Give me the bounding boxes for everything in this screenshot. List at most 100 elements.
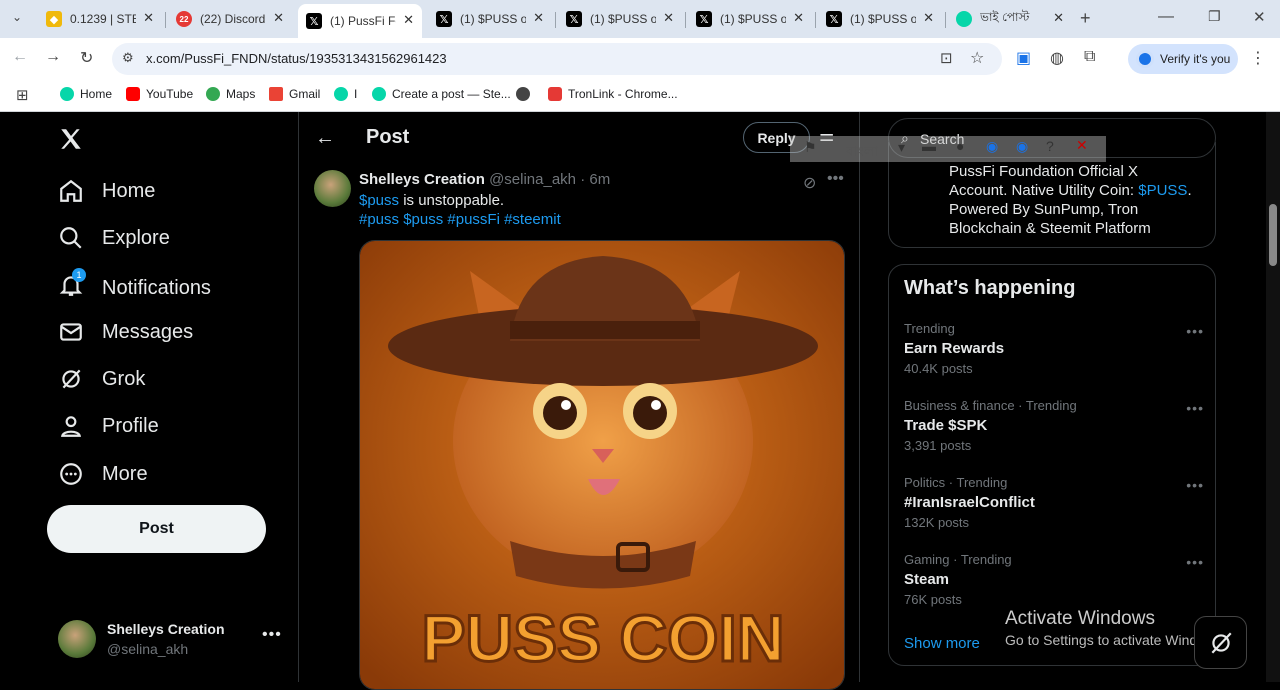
- tab-divider: [685, 12, 686, 28]
- tab-strip: ⌄ ◆ 0.1239 | STEEM ✕ 22 (22) Discord ✕ 𝕏…: [0, 0, 1280, 38]
- avatar[interactable]: [314, 170, 351, 207]
- x-logo[interactable]: [58, 126, 102, 152]
- install-app-icon[interactable]: ⊡: [940, 49, 953, 67]
- grok-icon[interactable]: ⊘: [803, 173, 816, 193]
- more-dots-icon[interactable]: •••: [262, 626, 282, 644]
- close-window-icon[interactable]: ✕: [1253, 8, 1266, 26]
- bookmark-home[interactable]: Home: [60, 87, 112, 101]
- back-arrow-icon[interactable]: ←: [315, 127, 335, 150]
- tab-title: (1) PussFi Foundation: [330, 14, 396, 28]
- trend-item[interactable]: Politics · Trending #IranIsraelConflict …: [904, 475, 1204, 530]
- trend-name: Trade $SPK: [904, 417, 988, 434]
- close-icon[interactable]: ✕: [533, 10, 544, 26]
- cashtag-link[interactable]: $puss: [359, 192, 399, 209]
- close-icon[interactable]: ✕: [923, 10, 934, 26]
- dropdown-icon[interactable]: ▾: [898, 139, 905, 156]
- bio-cashtag-link[interactable]: $PUSS: [1138, 182, 1187, 199]
- toolbar-icon-a[interactable]: ▬: [922, 138, 936, 154]
- more-dots-icon[interactable]: •••: [827, 170, 844, 188]
- translate-overlay[interactable]: ⚑ বাংলা ▾ ▬ ● ◉ ◉ ? ✕: [790, 136, 1106, 162]
- toolbar-icon-d[interactable]: ◉: [1016, 138, 1028, 155]
- new-tab-plus-icon[interactable]: +: [1080, 8, 1091, 29]
- bookmark-gmail[interactable]: Gmail: [269, 87, 320, 101]
- author-handle[interactable]: @selina_akh: [489, 171, 576, 188]
- page-scrollbar[interactable]: [1266, 112, 1280, 682]
- apps-grid-icon[interactable]: ⊞: [16, 86, 29, 104]
- tweet-image[interactable]: PUSS COIN: [359, 240, 845, 690]
- more-dots-icon[interactable]: •••: [1186, 477, 1204, 493]
- nav-item-notifications[interactable]: 1 Notifications: [58, 268, 211, 304]
- discord-icon: 22: [176, 11, 192, 27]
- verify-profile-button[interactable]: Verify it's you: [1128, 44, 1238, 74]
- toolbar-icon-c[interactable]: ◉: [986, 138, 998, 155]
- trend-item[interactable]: Trending Earn Rewards 40.4K posts •••: [904, 321, 1204, 376]
- tab-4[interactable]: 𝕏 (1) $PUSS on X ✕: [558, 6, 682, 32]
- nav-item-more[interactable]: More: [58, 461, 148, 487]
- tweet-author[interactable]: Shelleys Creation @selina_akh · 6m: [359, 171, 610, 188]
- account-switcher[interactable]: Shelleys Creation @selina_akh •••: [58, 618, 288, 662]
- trend-item[interactable]: Gaming · Trending Steam 76K posts •••: [904, 552, 1204, 607]
- tab-6[interactable]: 𝕏 (1) $PUSS on X ✕: [818, 6, 942, 32]
- close-icon[interactable]: ✕: [273, 10, 284, 26]
- more-dots-icon[interactable]: •••: [1186, 400, 1204, 416]
- close-icon[interactable]: ✕: [1053, 10, 1064, 26]
- bookmarks-bar: ⊞ Home YouTube Maps Gmail I Create a pos…: [0, 80, 1280, 112]
- tab-1[interactable]: 22 (22) Discord ✕: [168, 6, 292, 32]
- translate-icon[interactable]: ⚑: [804, 139, 817, 156]
- extension-a-icon[interactable]: ▣: [1016, 48, 1031, 68]
- bookmark-star-icon[interactable]: ☆: [970, 48, 984, 68]
- hashtag-links[interactable]: #puss $puss #pussFi #steemit: [359, 211, 561, 228]
- trend-item[interactable]: Business & finance · Trending Trade $SPK…: [904, 398, 1204, 453]
- nav-item-profile[interactable]: Profile: [58, 413, 159, 439]
- translate-language[interactable]: বাংলা: [846, 140, 878, 164]
- bookmark-i[interactable]: I: [334, 87, 357, 101]
- bookmark-maps[interactable]: Maps: [206, 87, 255, 101]
- bookmark-youtube[interactable]: YouTube: [126, 87, 193, 101]
- address-bar[interactable]: ⚙ x.com/PussFi_FNDN/status/1935313431562…: [112, 43, 1002, 75]
- tab-search-icon[interactable]: ⌄: [12, 10, 22, 24]
- tab-5[interactable]: 𝕏 (1) $PUSS on X ✕: [688, 6, 812, 32]
- nav-item-messages[interactable]: Messages: [58, 319, 193, 345]
- help-icon[interactable]: ?: [1046, 138, 1054, 154]
- bookmark-tronlink[interactable]: TronLink - Chrome...: [548, 87, 678, 101]
- close-icon[interactable]: ✕: [663, 10, 674, 26]
- maps-pin-icon: [206, 87, 220, 101]
- page-title: Post: [366, 126, 410, 148]
- close-icon[interactable]: ✕: [403, 12, 414, 28]
- bookmark-globe[interactable]: [516, 87, 536, 101]
- close-icon[interactable]: ✕: [1076, 137, 1088, 154]
- tab-title: (1) $PUSS on X: [460, 12, 526, 26]
- scrollbar-thumb[interactable]: [1269, 204, 1277, 266]
- forward-arrow-icon[interactable]: →: [45, 48, 61, 66]
- close-icon[interactable]: ✕: [143, 10, 154, 26]
- nav-item-grok[interactable]: Grok: [58, 366, 145, 392]
- tweet-time[interactable]: · 6m: [580, 171, 610, 188]
- extension-b-icon[interactable]: ◍: [1050, 48, 1064, 68]
- more-dots-icon[interactable]: •••: [1186, 554, 1204, 570]
- back-arrow-icon[interactable]: ←: [12, 48, 28, 66]
- tab-0[interactable]: ◆ 0.1239 | STEEM ✕: [38, 6, 162, 32]
- extensions-puzzle-icon[interactable]: ⧉: [1084, 48, 1095, 66]
- author-name[interactable]: Shelleys Creation: [359, 171, 485, 188]
- url-text[interactable]: x.com/PussFi_FNDN/status/193531343156296…: [146, 51, 447, 66]
- bookmark-label: Gmail: [289, 87, 321, 101]
- show-more-link[interactable]: Show more: [904, 635, 980, 652]
- more-circle-icon: [60, 463, 82, 485]
- grok-floating-button[interactable]: [1194, 616, 1247, 669]
- toolbar-icon-b[interactable]: ●: [956, 138, 964, 154]
- close-icon[interactable]: ✕: [793, 10, 804, 26]
- tab-2-active[interactable]: 𝕏 (1) PussFi Foundation ✕: [298, 4, 422, 38]
- post-button[interactable]: Post: [47, 505, 266, 553]
- more-dots-icon[interactable]: •••: [1186, 323, 1204, 339]
- restore-icon[interactable]: ❐: [1208, 8, 1221, 25]
- minimize-icon[interactable]: —: [1158, 8, 1174, 26]
- nav-item-explore[interactable]: Explore: [58, 225, 170, 251]
- tab-3[interactable]: 𝕏 (1) $PUSS on X ✕: [428, 6, 552, 32]
- tab-7[interactable]: ভাই পোস্ট ✕: [948, 6, 1072, 32]
- globe-icon: [516, 87, 530, 101]
- menu-kebab-icon[interactable]: ⋮: [1250, 48, 1266, 68]
- nav-item-home[interactable]: Home: [58, 178, 155, 204]
- reload-icon[interactable]: ↻: [80, 48, 93, 68]
- site-info-icon[interactable]: ⚙: [122, 50, 134, 66]
- bookmark-create-post[interactable]: Create a post — Ste...: [372, 87, 511, 101]
